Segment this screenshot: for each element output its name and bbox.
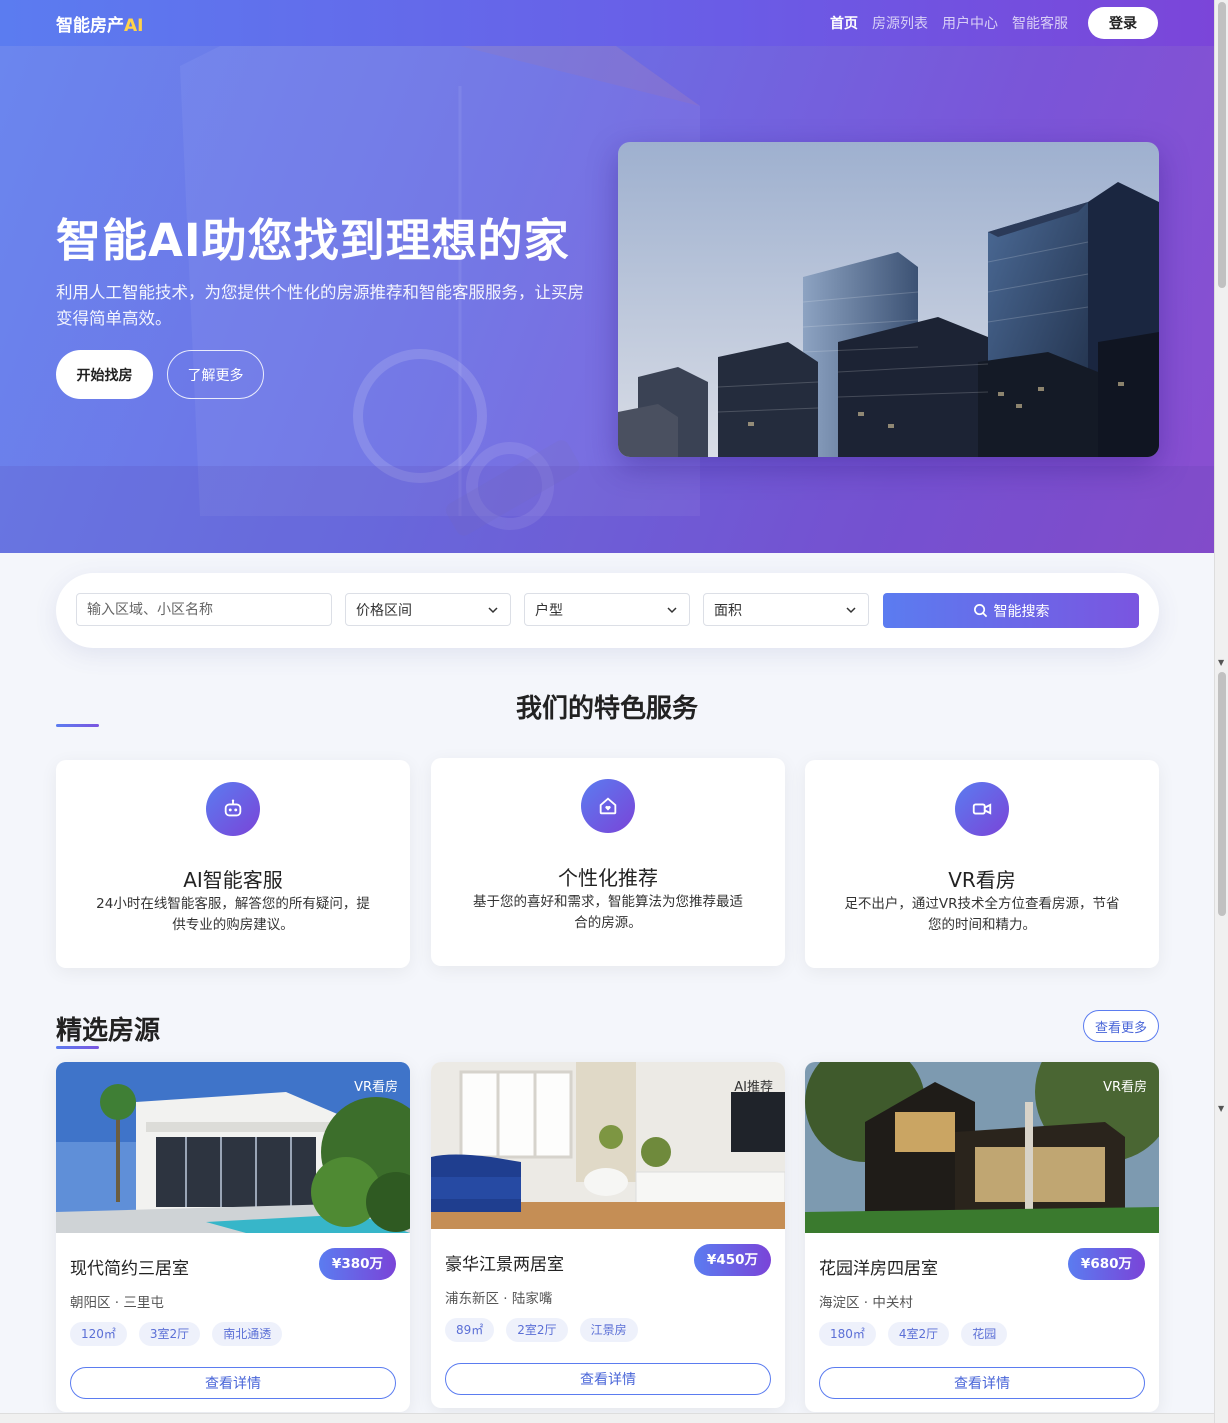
listing-name: 豪华江景两居室 [445, 1255, 564, 1275]
robot-icon [206, 782, 260, 836]
tag-feature: 花园 [961, 1322, 1008, 1346]
listing-card[interactable]: VR看房 花园洋房四居室 ¥680万 海淀区 · 中关村 180㎡ 4室2厅 花… [805, 1062, 1159, 1412]
service-description: 足不出户，通过VR技术全方位查看房源，节省您的时间和精力。 [844, 896, 1120, 933]
listing-name: 现代简约三居室 [70, 1259, 189, 1279]
tag-area: 120㎡ [70, 1322, 127, 1346]
listing-image[interactable]: AI推荐 [431, 1062, 785, 1229]
learn-more-button[interactable]: 了解更多 [167, 350, 264, 399]
view-details-button[interactable]: 查看详情 [445, 1363, 771, 1395]
view-details-button[interactable]: 查看详情 [819, 1367, 1145, 1399]
nav-link-ai-service[interactable]: 智能客服 [1012, 13, 1068, 33]
listing-image[interactable]: VR看房 [56, 1062, 410, 1233]
listing-tags: 89㎡ 2室2厅 江景房 [445, 1318, 638, 1342]
tag-feature: 江景房 [579, 1318, 638, 1342]
nav-link-listings[interactable]: 房源列表 [872, 13, 928, 33]
listing-tags: 120㎡ 3室2厅 南北通透 [70, 1322, 283, 1346]
skyscraper-illustration [618, 142, 1159, 457]
start-search-button[interactable]: 开始找房 [56, 350, 153, 399]
tag-layout: 2室2厅 [506, 1318, 568, 1342]
scrollbar-thumb[interactable] [1218, 2, 1226, 288]
listing-badge: AI推荐 [734, 1080, 773, 1095]
smart-search-button[interactable]: 智能搜索 [883, 593, 1139, 628]
price-select[interactable]: 价格区间 [345, 593, 511, 626]
listing-card[interactable]: VR看房 现代简约三居室 ¥380万 朝阳区 · 三里屯 120㎡ 3室2厅 南… [56, 1062, 410, 1412]
price-select-label: 价格区间 [356, 602, 412, 619]
service-title: 个性化推荐 [558, 866, 658, 890]
login-button[interactable]: 登录 [1088, 7, 1158, 39]
service-card-ai: AI智能客服 24小时在线智能客服，解答您的所有疑问，提供专业的购房建议。 [56, 760, 410, 968]
living-room-illustration [431, 1062, 785, 1229]
scroll-down-arrow-icon[interactable]: ▼ [1218, 658, 1224, 667]
nav-link-home[interactable]: 首页 [830, 13, 858, 33]
logo-text: 智能房产 [56, 15, 124, 36]
listing-price: ¥380万 [318, 1248, 396, 1280]
search-icon [973, 604, 987, 618]
logo[interactable]: 智能房产AI [56, 11, 143, 36]
view-details-button[interactable]: 查看详情 [70, 1367, 396, 1399]
listing-badge: VR看房 [354, 1080, 398, 1095]
search-panel: 价格区间 户型 面积 智能搜索 [56, 573, 1159, 648]
listing-location: 浦东新区 · 陆家嘴 [445, 1291, 553, 1307]
listing-image[interactable]: VR看房 [805, 1062, 1159, 1233]
home-heart-icon [581, 779, 635, 833]
scrollbar-thumb-secondary[interactable] [1218, 672, 1226, 916]
navbar: 智能房产AI 首页 房源列表 用户中心 智能客服 登录 [0, 0, 1214, 46]
hero-section: 智能AI助您找到理想的家 利用人工智能技术，为您提供个性化的房源推荐和智能客服服… [0, 46, 1214, 553]
chevron-down-icon [667, 606, 677, 613]
hero-subtitle: 利用人工智能技术，为您提供个性化的房源推荐和智能客服服务，让买房变得简单高效。 [56, 283, 584, 328]
tag-layout: 3室2厅 [138, 1322, 201, 1346]
listings-title-underline [56, 1046, 99, 1049]
services-title: 我们的特色服务 [515, 694, 698, 724]
area-select-label: 面积 [714, 602, 742, 619]
scrollbar[interactable]: ▼ ▼ [1214, 0, 1228, 1423]
layout-select[interactable]: 户型 [524, 593, 690, 626]
hero-buttons: 开始找房 了解更多 [56, 350, 264, 399]
listing-price: ¥450万 [693, 1244, 771, 1276]
listing-location: 朝阳区 · 三里屯 [70, 1295, 164, 1311]
services-title-underline [56, 724, 99, 727]
logo-accent: AI [124, 15, 144, 36]
listing-tags: 180㎡ 4室2厅 花园 [819, 1322, 1008, 1346]
hero-title: 智能AI助您找到理想的家 [56, 214, 570, 267]
search-input[interactable] [76, 593, 332, 626]
service-card-vr: VR看房 足不出户，通过VR技术全方位查看房源，节省您的时间和精力。 [805, 760, 1159, 968]
nav-link-user-center[interactable]: 用户中心 [942, 13, 998, 33]
listing-price: ¥680万 [1067, 1248, 1145, 1280]
service-title: VR看房 [948, 868, 1016, 892]
tag-layout: 4室2厅 [887, 1322, 950, 1346]
smart-search-label: 智能搜索 [993, 603, 1050, 620]
tag-feature: 南北通透 [212, 1322, 283, 1346]
listing-card[interactable]: AI推荐 豪华江景两居室 ¥450万 浦东新区 · 陆家嘴 89㎡ 2室2厅 江… [431, 1062, 785, 1408]
service-title: AI智能客服 [183, 868, 283, 892]
scroll-down-arrow-icon-2[interactable]: ▼ [1218, 1104, 1224, 1113]
chevron-down-icon [488, 606, 498, 613]
video-icon [955, 782, 1009, 836]
service-card-recommend: 个性化推荐 基于您的喜好和需求，智能算法为您推荐最适合的房源。 [431, 758, 785, 966]
listing-badge: VR看房 [1103, 1080, 1147, 1095]
tag-area: 89㎡ [445, 1318, 495, 1342]
horizontal-scrollbar[interactable] [0, 1413, 1214, 1423]
tag-area: 180㎡ [819, 1322, 876, 1346]
hero-skyscraper-image [618, 142, 1159, 457]
service-description: 24小时在线智能客服，解答您的所有疑问，提供专业的购房建议。 [96, 896, 370, 933]
listings-title: 精选房源 [56, 1016, 161, 1046]
view-more-button[interactable]: 查看更多 [1083, 1010, 1159, 1042]
area-select[interactable]: 面积 [703, 593, 869, 626]
layout-select-label: 户型 [535, 602, 563, 619]
chevron-down-icon [846, 606, 856, 613]
nav-links: 首页 房源列表 用户中心 智能客服 登录 [830, 7, 1158, 39]
service-description: 基于您的喜好和需求，智能算法为您推荐最适合的房源。 [473, 894, 743, 931]
listing-location: 海淀区 · 中关村 [819, 1295, 913, 1311]
listing-name: 花园洋房四居室 [819, 1259, 938, 1279]
